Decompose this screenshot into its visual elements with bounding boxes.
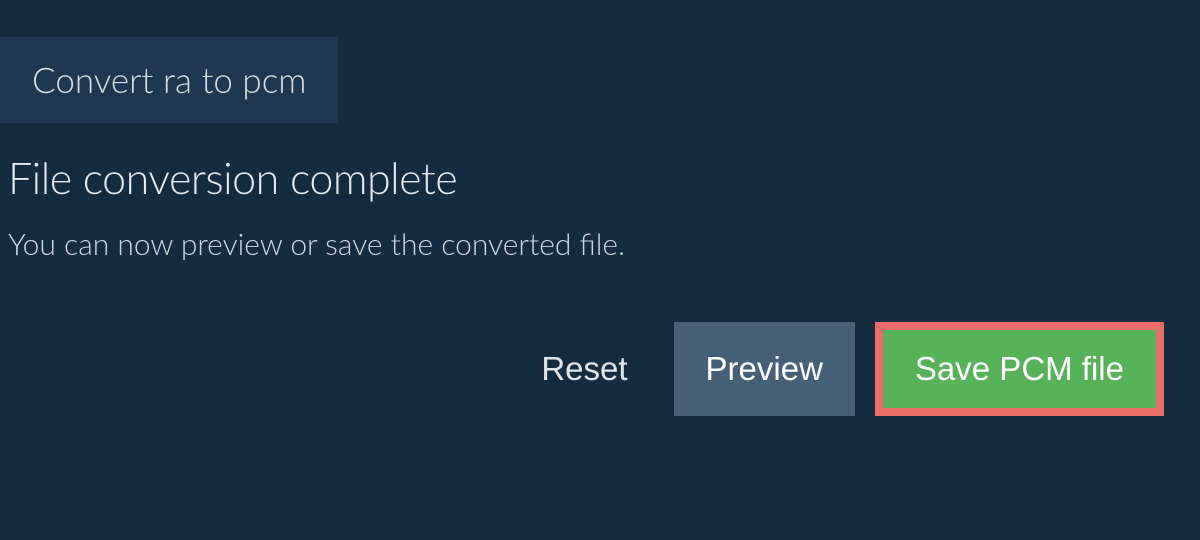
page-description: You can now preview or save the converte…	[8, 226, 1192, 262]
save-button[interactable]: Save PCM file	[883, 330, 1156, 408]
save-button-highlight: Save PCM file	[875, 322, 1164, 416]
tab-convert[interactable]: Convert ra to pcm	[0, 37, 338, 123]
preview-button[interactable]: Preview	[674, 322, 855, 416]
page-title: File conversion complete	[8, 153, 1192, 204]
reset-button[interactable]: Reset	[521, 334, 647, 404]
tab-bar: Convert ra to pcm	[0, 0, 1200, 123]
app-container: Convert ra to pcm File conversion comple…	[0, 0, 1200, 456]
action-row: Reset Preview Save PCM file	[8, 322, 1192, 456]
main-content: File conversion complete You can now pre…	[0, 123, 1200, 456]
